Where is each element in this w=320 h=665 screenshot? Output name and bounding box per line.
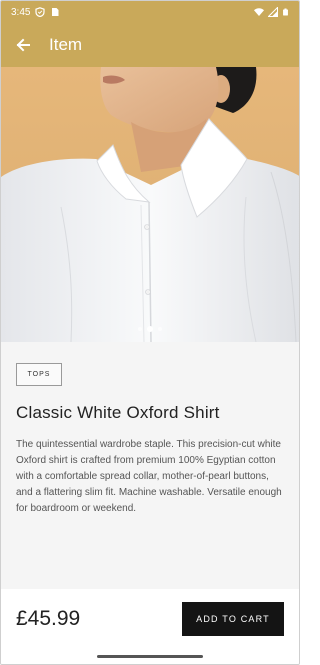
app-screen: 3:45 Item TOPS Classic White Oxford Shir… — [0, 0, 300, 665]
product-description: The quintessential wardrobe staple. This… — [16, 439, 282, 514]
app-bar: Item — [1, 23, 299, 67]
carousel-dot[interactable] — [158, 327, 162, 331]
carousel-dot-active[interactable] — [147, 326, 153, 332]
status-time: 3:45 — [11, 6, 31, 18]
shield-icon — [35, 7, 46, 17]
status-bar: 3:45 — [1, 1, 299, 23]
arrow-left-icon — [16, 38, 30, 52]
product-image-carousel[interactable] — [1, 67, 299, 342]
signal-icon — [268, 7, 278, 17]
status-left: 3:45 — [11, 7, 60, 18]
category-tag: TOPS — [16, 363, 62, 386]
system-navigation — [1, 649, 299, 664]
back-button[interactable] — [13, 35, 33, 55]
product-price: £45.99 — [16, 607, 81, 630]
add-to-cart-button[interactable]: ADD TO CART — [182, 602, 284, 636]
app-bar-title: Item — [49, 35, 83, 54]
purchase-bar: £45.99 ADD TO CART — [1, 589, 299, 649]
status-right — [254, 7, 289, 17]
product-image — [1, 67, 299, 342]
carousel-dot[interactable] — [138, 327, 142, 331]
battery-icon — [283, 8, 288, 16]
home-indicator[interactable] — [97, 655, 203, 658]
carousel-indicator — [138, 326, 162, 332]
wifi-icon — [254, 8, 264, 16]
product-details: TOPS Classic White Oxford Shirt The quin… — [1, 342, 299, 589]
product-title: Classic White Oxford Shirt — [16, 403, 220, 422]
sim-card-icon — [52, 8, 59, 16]
